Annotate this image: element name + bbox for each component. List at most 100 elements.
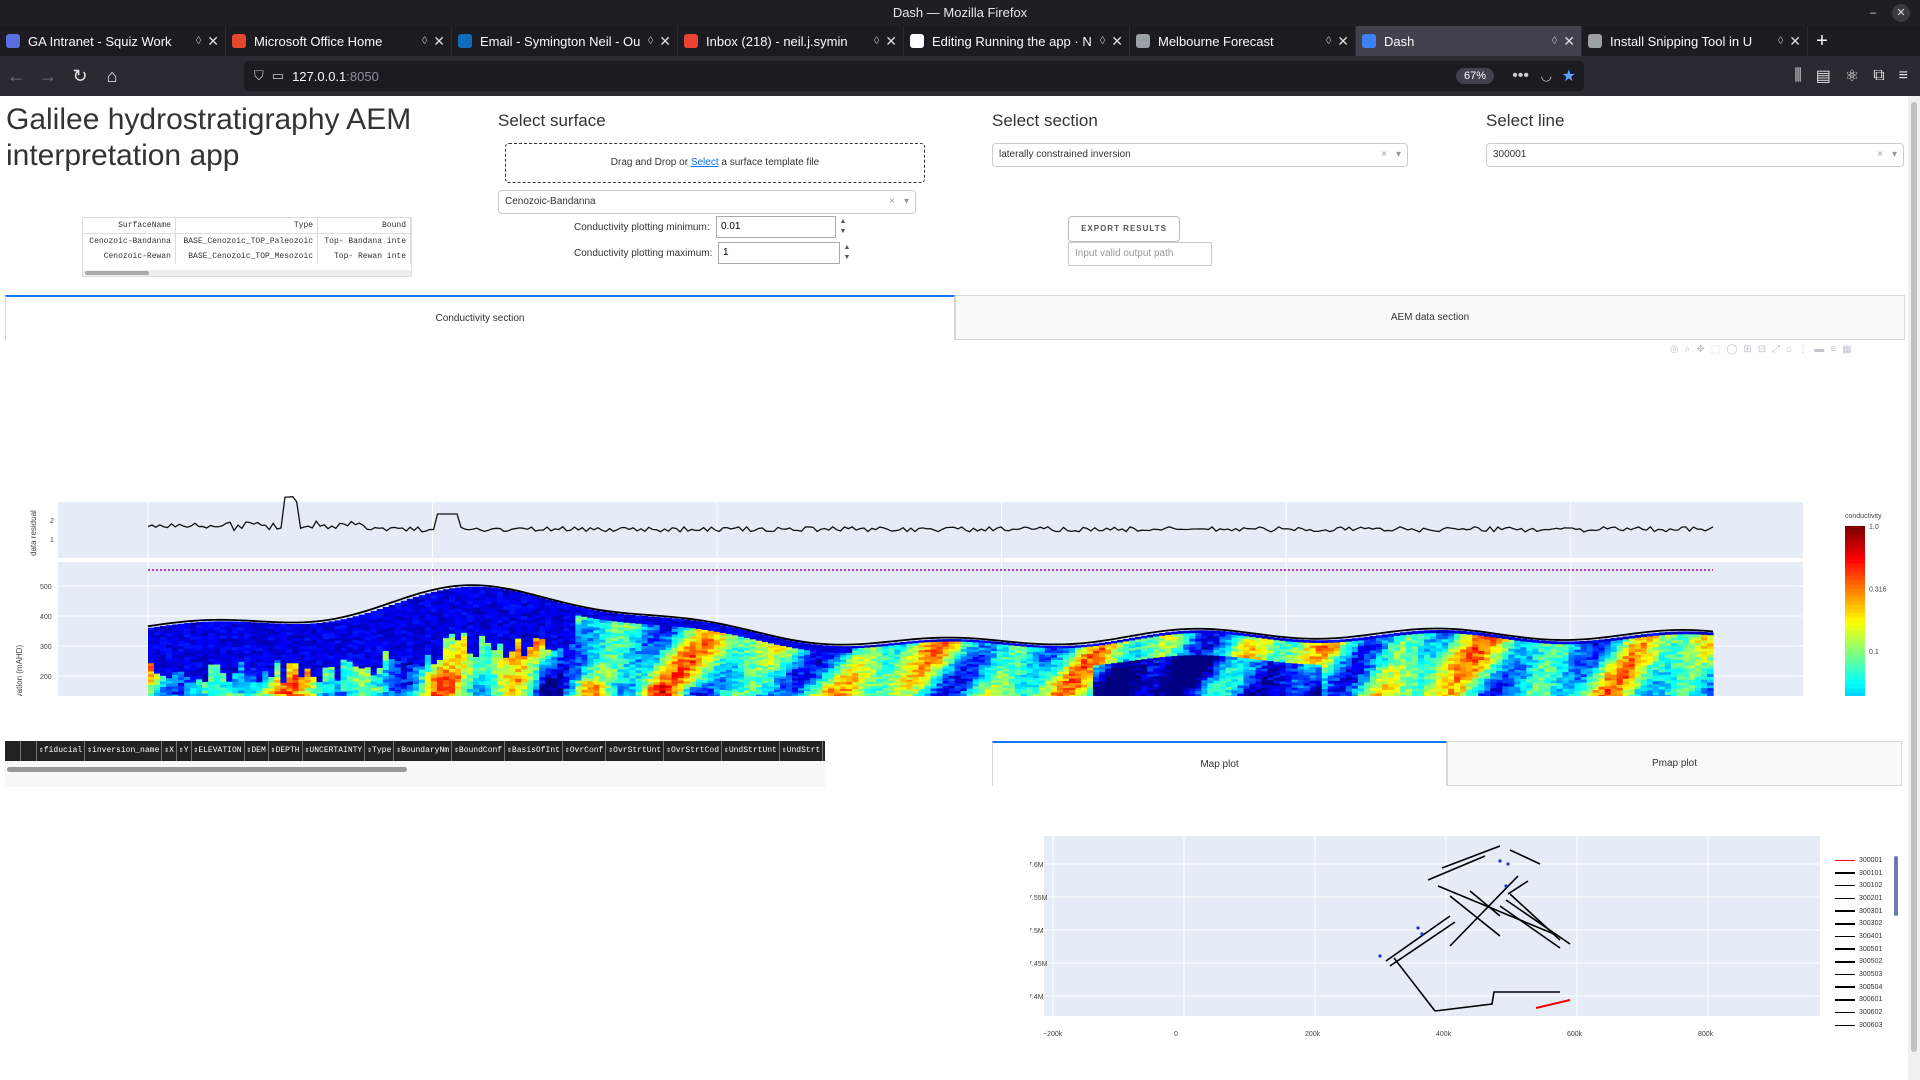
mute-icon[interactable]: ◊ [196, 35, 201, 47]
lasso-icon[interactable]: ◯ [1726, 344, 1737, 355]
page-actions-icon[interactable]: ••• [1512, 67, 1529, 85]
browser-tab[interactable]: GA Intranet - Squiz Work ◊ ✕ [0, 26, 226, 56]
zoom-level[interactable]: 67% [1455, 68, 1494, 84]
table-row[interactable]: Cenozoic-Bandanna BASE_Cenozoic_TOP_Paleo… [83, 233, 411, 249]
minimize-button[interactable]: – [1864, 4, 1882, 22]
compare-icon[interactable]: ≡ [1830, 344, 1836, 355]
heatmap-cell [454, 587, 462, 592]
new-tab-button[interactable]: + [1808, 26, 1836, 56]
output-path-input[interactable]: Input valid output path [1068, 242, 1212, 266]
browser-tab[interactable]: Melbourne Forecast ◊ ✕ [1130, 26, 1356, 56]
pan-icon[interactable]: ✥ [1696, 344, 1704, 355]
forward-button[interactable]: → [32, 66, 64, 87]
browser-tab[interactable]: Dash ◊ ✕ [1356, 26, 1582, 56]
conductivity-section-plot[interactable]: 010k20k30k40k50k5004003002001000−10021da… [0, 396, 1908, 696]
browser-tab[interactable]: Inbox (218) - neil.j.symin ◊ ✕ [678, 26, 904, 56]
tab-aem-data-section[interactable]: AEM data section [955, 295, 1905, 340]
mute-icon[interactable]: ◊ [1778, 35, 1783, 47]
sidebar-icon[interactable]: ▤ [1816, 66, 1831, 86]
heatmap-cell [436, 646, 444, 651]
box-select-icon[interactable]: ⬚ [1711, 344, 1720, 355]
close-tab-icon[interactable]: ✕ [1789, 33, 1801, 50]
table-cell[interactable]: Cenozoic-Rewan [83, 249, 176, 264]
spike-icon[interactable]: ⋮ [1798, 344, 1808, 355]
heatmap-cell [448, 626, 456, 631]
surface-upload-dropzone[interactable]: Drag and Drop or Select a surface templa… [505, 143, 925, 183]
browser-tab[interactable]: Microsoft Office Home ◊ ✕ [226, 26, 452, 56]
y-tick-label: 500 [40, 584, 52, 591]
chevron-down-icon[interactable]: ▾ [1892, 144, 1897, 166]
close-tab-icon[interactable]: ✕ [1111, 33, 1123, 50]
mute-icon[interactable]: ◊ [874, 35, 879, 47]
zoom-icon[interactable]: ⌕ [1685, 344, 1691, 355]
table-cell[interactable]: BASE_Cenozoic_TOP_Paleozoic [175, 233, 319, 249]
cond-max-stepper[interactable]: ▲ ▼ [841, 243, 853, 263]
clear-icon[interactable]: × [889, 191, 895, 213]
heatmap-cell [208, 693, 215, 696]
shield-icon[interactable]: ⛉ [254, 68, 264, 84]
table-row[interactable]: Cenozoic-Rewan BASE_Cenozoic_TOP_Mesozoic… [83, 249, 411, 264]
heatmap-cell [220, 693, 227, 696]
table-header-cell[interactable]: Bound [317, 218, 411, 234]
export-results-button[interactable]: EXPORT RESULTS [1068, 216, 1180, 242]
heatmap-cell [503, 688, 510, 693]
zoom-in-icon[interactable]: ⊞ [1743, 344, 1751, 355]
bookmark-star-icon[interactable]: ★ [1562, 66, 1576, 86]
tab-conductivity-section[interactable]: Conductivity section [5, 295, 955, 340]
line-dropdown[interactable]: 300001 × ▾ [1486, 143, 1904, 167]
library-icon[interactable]: ⫼ [1794, 67, 1801, 85]
browser-tab[interactable]: Editing Running the app · N ◊ ✕ [904, 26, 1130, 56]
mute-icon[interactable]: ◊ [1326, 35, 1331, 47]
reset-axes-icon[interactable]: ⌂ [1786, 344, 1792, 355]
cond-min-stepper[interactable]: ▲ ▼ [837, 217, 849, 237]
close-window-button[interactable]: ✕ [1892, 4, 1910, 22]
heatmap-cell [497, 688, 504, 693]
heatmap-cell [479, 649, 486, 654]
clear-icon[interactable]: × [1381, 144, 1387, 166]
close-tab-icon[interactable]: ✕ [207, 33, 219, 50]
table-cell[interactable]: Top- Bandana inte [317, 233, 411, 249]
extension-icon[interactable]: ⚛ [1845, 66, 1859, 86]
extensions-icon[interactable]: ⧉ [1873, 67, 1884, 85]
camera-icon[interactable]: ◎ [1670, 344, 1679, 355]
mute-icon[interactable]: ◊ [1100, 35, 1105, 47]
menu-icon[interactable]: ≡ [1899, 67, 1908, 85]
close-tab-icon[interactable]: ✕ [1337, 33, 1349, 50]
home-button[interactable]: ⌂ [96, 66, 128, 87]
browser-tab[interactable]: Install Snipping Tool in U ◊ ✕ [1582, 26, 1808, 56]
dropzone-select-link[interactable]: Select [691, 157, 719, 168]
table-cell[interactable]: BASE_Cenozoic_TOP_Mesozoic [175, 249, 319, 264]
zoom-out-icon[interactable]: ⊟ [1758, 344, 1766, 355]
mute-icon[interactable]: ◊ [422, 35, 427, 47]
url-bar[interactable]: ⛉ ▭ 127.0.0.1:8050 67% ••• ◡ ★ [244, 61, 1584, 91]
close-tab-icon[interactable]: ✕ [885, 33, 897, 50]
table-cell[interactable]: Top- Rewan inte [317, 249, 411, 264]
cond-max-input[interactable]: 1 ▲ ▼ [718, 242, 850, 264]
browser-tab[interactable]: Email - Symington Neil - Ou ◊ ✕ [452, 26, 678, 56]
table-header-cell[interactable]: SurfaceName [83, 218, 176, 234]
close-tab-icon[interactable]: ✕ [659, 33, 671, 50]
surface-table[interactable]: SurfaceName Type Bound Cenozoic-Bandanna BA… [82, 217, 412, 277]
pocket-icon[interactable]: ◡ [1541, 68, 1552, 84]
table-cell[interactable]: Cenozoic-Bandanna [83, 233, 176, 249]
cond-min-input[interactable]: 0.01 ▲ ▼ [716, 216, 846, 238]
mute-icon[interactable]: ◊ [1552, 35, 1557, 47]
clear-icon[interactable]: × [1877, 144, 1883, 166]
plotly-logo-icon[interactable]: ▦ [1842, 344, 1851, 355]
autoscale-icon[interactable]: ⤢ [1772, 344, 1780, 355]
section-dropdown[interactable]: laterally constrained inversion × ▾ [992, 143, 1408, 167]
heatmap-cell [424, 685, 432, 690]
close-tab-icon[interactable]: ✕ [1563, 33, 1575, 50]
chevron-down-icon[interactable]: ▾ [1396, 144, 1401, 166]
reload-button[interactable]: ↻ [64, 66, 96, 87]
surface-table-scrollbar[interactable] [83, 270, 411, 276]
chevron-down-icon[interactable]: ▾ [904, 191, 909, 213]
close-tab-icon[interactable]: ✕ [433, 33, 445, 50]
heatmap-cell [503, 661, 510, 666]
back-button[interactable]: ← [0, 66, 32, 87]
surface-dropdown[interactable]: Cenozoic-Bandanna × ▾ [498, 190, 916, 214]
mute-icon[interactable]: ◊ [648, 35, 653, 47]
hover-icon[interactable]: ▬ [1814, 344, 1824, 355]
table-header-cell[interactable]: Type [175, 218, 319, 234]
heatmap-cell [485, 642, 492, 648]
